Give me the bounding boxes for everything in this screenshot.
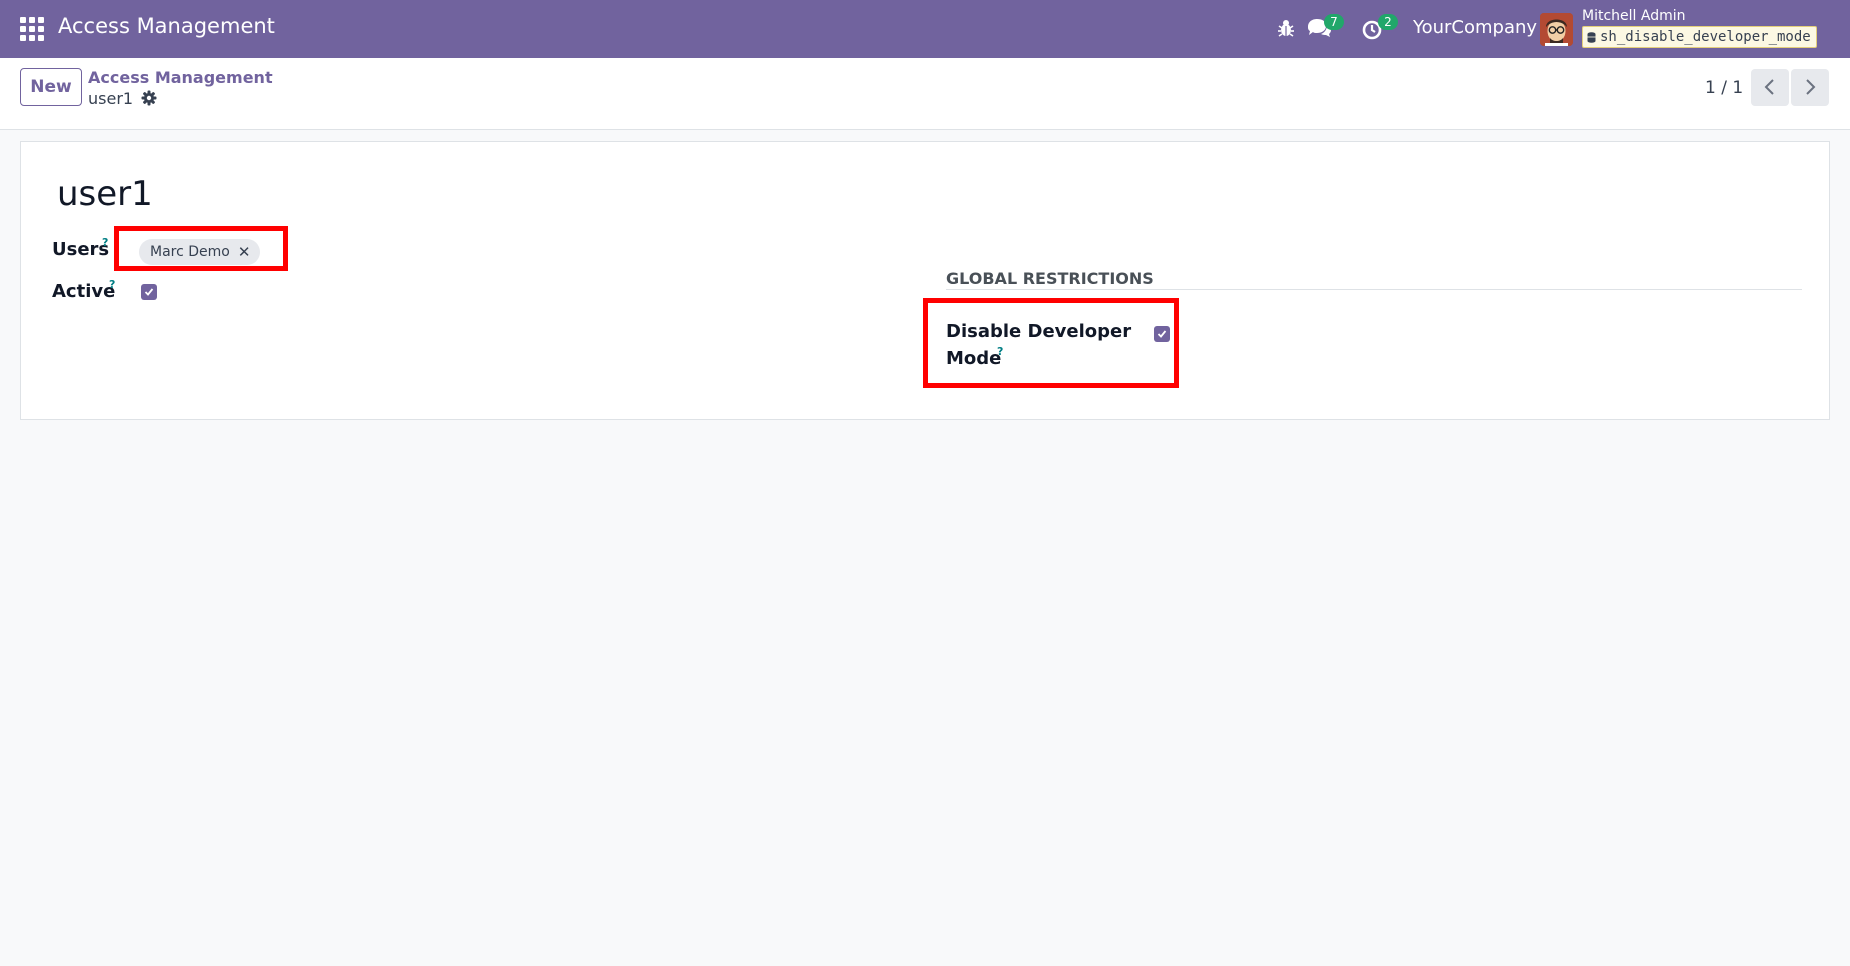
pager-previous-button[interactable] — [1751, 69, 1789, 106]
active-checkbox[interactable] — [141, 284, 157, 300]
chevron-right-icon — [1806, 79, 1816, 95]
check-icon — [144, 288, 154, 296]
activities-count-badge: 2 — [1378, 14, 1398, 30]
top-navbar: Access Management 7 2 YourCompany Mitche… — [0, 0, 1850, 58]
section-title: GLOBAL RESTRICTIONS — [946, 269, 1154, 288]
chevron-left-icon — [1764, 79, 1774, 95]
disable-developer-mode-highlight — [923, 298, 1179, 388]
database-icon — [1587, 31, 1596, 43]
users-label: Users — [52, 239, 110, 260]
bug-icon[interactable] — [1275, 17, 1297, 39]
database-name-badge: sh_disable_developer_mode — [1582, 26, 1817, 48]
active-label: Active — [52, 281, 116, 302]
users-field-highlight — [114, 226, 288, 271]
apps-grid-icon[interactable] — [20, 17, 44, 41]
record-title[interactable]: user1 — [57, 174, 153, 214]
breadcrumb-current: user1 — [88, 89, 134, 108]
app-title[interactable]: Access Management — [58, 14, 275, 38]
pager-value[interactable]: 1 / 1 — [1705, 78, 1743, 98]
new-record-button[interactable]: New — [20, 68, 82, 106]
breadcrumb-parent[interactable]: Access Management — [88, 68, 273, 87]
company-switcher[interactable]: YourCompany — [1413, 17, 1537, 38]
messages-count-badge: 7 — [1324, 14, 1344, 30]
control-panel: New Access Management user1 1 / 1 — [0, 58, 1850, 130]
active-help-tooltip[interactable]: ? — [109, 278, 115, 291]
gear-icon[interactable] — [141, 90, 157, 106]
users-help-tooltip[interactable]: ? — [102, 236, 108, 249]
pager-next-button[interactable] — [1791, 69, 1829, 106]
section-divider — [946, 289, 1802, 290]
avatar[interactable] — [1540, 13, 1573, 46]
database-name: sh_disable_developer_mode — [1600, 29, 1811, 45]
user-menu-name[interactable]: Mitchell Admin — [1582, 8, 1686, 24]
